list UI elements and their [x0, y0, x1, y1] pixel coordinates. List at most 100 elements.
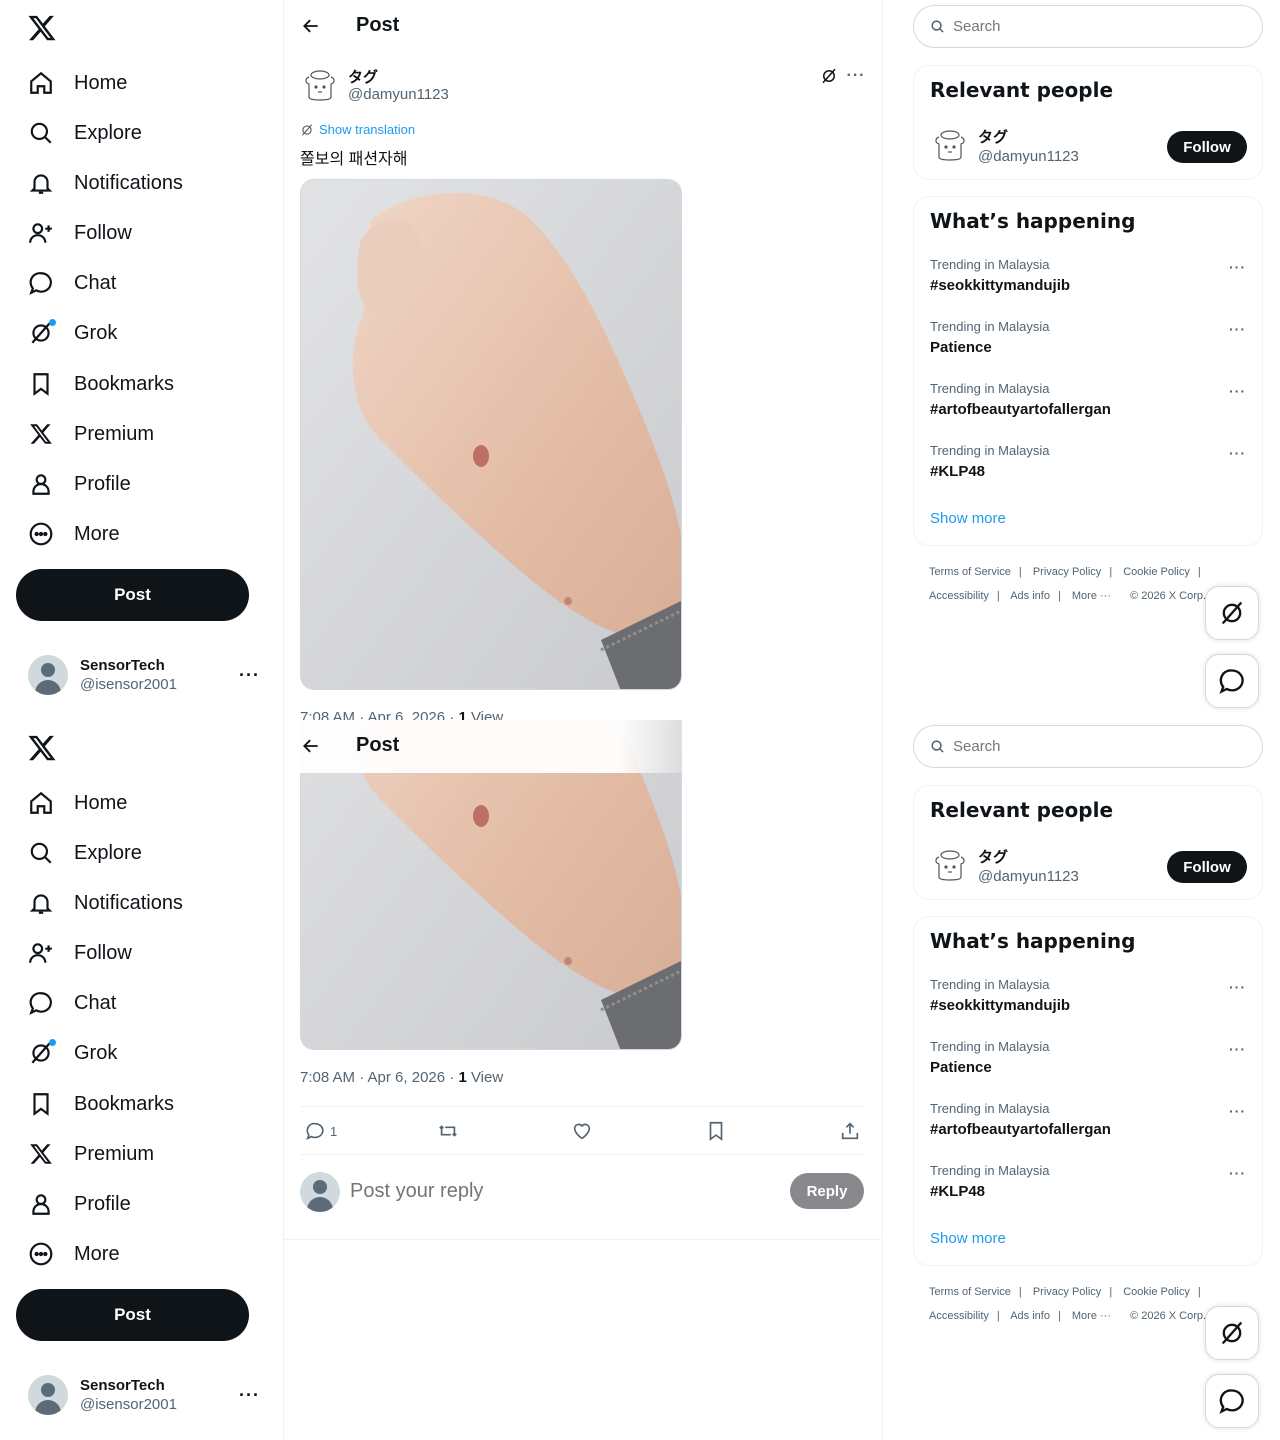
search-input[interactable]	[953, 18, 1233, 35]
author-avatar[interactable]	[930, 844, 970, 884]
author-avatar[interactable]	[930, 124, 970, 164]
nav-grok[interactable]: Grok	[16, 310, 129, 356]
post-image[interactable]	[300, 179, 682, 690]
nav-profile[interactable]: Profile	[16, 461, 143, 507]
person-handle[interactable]: @damyun1123	[978, 148, 1079, 165]
more-icon[interactable]: ···	[1229, 979, 1246, 995]
more-icon[interactable]: ···	[1229, 445, 1246, 461]
nav-notifications[interactable]: Notifications	[16, 880, 195, 926]
nav-notifications[interactable]: Notifications	[16, 160, 195, 206]
repost-button[interactable]	[437, 1119, 459, 1143]
nav-more[interactable]: More	[16, 1231, 132, 1277]
more-icon[interactable]: ···	[1229, 383, 1246, 399]
account-switcher[interactable]: SensorTech @isensor2001 ···	[16, 648, 272, 702]
bell-icon	[28, 890, 54, 916]
nav-follow[interactable]: Follow	[16, 210, 144, 256]
avatar	[28, 1375, 68, 1415]
footer-link[interactable]: Cookie Policy	[1123, 566, 1190, 578]
follow-button[interactable]: Follow	[1167, 131, 1247, 163]
nav-premium[interactable]: Premium	[16, 1131, 166, 1177]
nav-chat[interactable]: Chat	[16, 980, 128, 1026]
footer-link[interactable]: Terms of Service	[929, 1286, 1011, 1298]
footer-link[interactable]: More ···	[1072, 590, 1111, 602]
nav-bookmarks[interactable]: Bookmarks	[16, 361, 186, 407]
like-button[interactable]	[571, 1119, 593, 1143]
search-box[interactable]	[913, 5, 1263, 48]
author-handle[interactable]: @damyun1123	[348, 86, 449, 103]
reply-input[interactable]	[350, 1180, 750, 1203]
trend-item[interactable]: Trending in Malaysia Patience ···	[914, 1039, 1262, 1101]
more-icon[interactable]: ···	[1229, 321, 1246, 337]
show-more-link[interactable]: Show more	[930, 1230, 1006, 1247]
nav-follow[interactable]: Follow	[16, 930, 144, 976]
search-box[interactable]	[913, 725, 1263, 768]
account-handle: @isensor2001	[80, 1396, 177, 1413]
person-handle[interactable]: @damyun1123	[978, 868, 1079, 885]
footer-link[interactable]: Accessibility	[929, 1310, 989, 1322]
more-icon[interactable]: ···	[1229, 259, 1246, 275]
nav-profile[interactable]: Profile	[16, 1181, 143, 1227]
account-switcher[interactable]: SensorTech @isensor2001 ···	[16, 1368, 272, 1422]
footer-link[interactable]: Privacy Policy	[1033, 1286, 1101, 1298]
search-input[interactable]	[953, 738, 1233, 755]
trend-item[interactable]: Trending in Malaysia #KLP48 ···	[914, 1163, 1262, 1225]
x-logo-icon[interactable]	[27, 733, 57, 763]
person-name[interactable]: タグ	[978, 846, 1008, 867]
more-icon[interactable]: ···	[1229, 1041, 1246, 1057]
nav-chat[interactable]: Chat	[16, 260, 128, 306]
footer-link[interactable]: Privacy Policy	[1033, 566, 1101, 578]
author-avatar[interactable]	[300, 64, 340, 104]
trend-item[interactable]: Trending in Malaysia #seokkittymandujib …	[914, 257, 1262, 319]
nav-grok[interactable]: Grok	[16, 1030, 129, 1076]
nav-bookmarks[interactable]: Bookmarks	[16, 1081, 186, 1127]
trend-item[interactable]: Trending in Malaysia #artofbeautyartofal…	[914, 1101, 1262, 1163]
footer-link[interactable]: More ···	[1072, 1310, 1111, 1322]
more-icon[interactable]: ···	[1229, 1165, 1246, 1181]
chat-fab[interactable]	[1205, 654, 1259, 708]
grok-fab[interactable]	[1205, 1306, 1259, 1360]
footer-link[interactable]: Terms of Service	[929, 566, 1011, 578]
reply-button[interactable]: 1	[304, 1119, 337, 1143]
grok-icon[interactable]	[817, 64, 841, 88]
more-icon[interactable]: ···	[239, 1385, 260, 1406]
chat-fab[interactable]	[1205, 1374, 1259, 1428]
post-timestamp: 7:08 AM · Apr 6, 2026 · 1 View	[300, 709, 504, 720]
more-icon[interactable]: ···	[1229, 1103, 1246, 1119]
nav-label: Chat	[74, 271, 117, 294]
author-name[interactable]: タグ	[348, 66, 378, 87]
share-button[interactable]	[839, 1119, 861, 1143]
post-button[interactable]: Post	[16, 569, 249, 621]
reply-submit-button[interactable]: Reply	[790, 1173, 864, 1209]
person-name[interactable]: タグ	[978, 126, 1008, 147]
trend-item[interactable]: Trending in Malaysia #seokkittymandujib …	[914, 977, 1262, 1039]
nav-home[interactable]: Home	[16, 60, 139, 106]
grok-icon	[28, 319, 56, 346]
translation-label: Show translation	[319, 122, 416, 137]
trend-item[interactable]: Trending in Malaysia Patience ···	[914, 319, 1262, 381]
more-icon[interactable]: ···	[239, 665, 260, 686]
show-translation-link[interactable]: Show translation	[300, 122, 415, 137]
account-name: SensorTech	[80, 1377, 165, 1394]
footer-link[interactable]: Accessibility	[929, 590, 989, 602]
follow-icon	[28, 220, 54, 246]
x-logo-icon[interactable]	[27, 13, 57, 43]
nav-more[interactable]: More	[16, 511, 132, 557]
nav-premium[interactable]: Premium	[16, 411, 166, 457]
back-arrow-icon[interactable]	[296, 731, 326, 761]
post-button[interactable]: Post	[16, 1289, 249, 1341]
nav-explore[interactable]: Explore	[16, 110, 154, 156]
nav-explore[interactable]: Explore	[16, 830, 154, 876]
more-icon[interactable]: ···	[843, 64, 869, 88]
footer-link[interactable]: Ads info	[1010, 590, 1050, 602]
show-more-link[interactable]: Show more	[930, 510, 1006, 527]
grok-fab[interactable]	[1205, 586, 1259, 640]
bookmark-button[interactable]	[705, 1119, 727, 1143]
follow-button[interactable]: Follow	[1167, 851, 1247, 883]
footer-link[interactable]: Ads info	[1010, 1310, 1050, 1322]
nav-home[interactable]: Home	[16, 780, 139, 826]
footer-link[interactable]: Cookie Policy	[1123, 1286, 1190, 1298]
trend-name: #KLP48	[930, 1183, 986, 1200]
trend-item[interactable]: Trending in Malaysia #artofbeautyartofal…	[914, 381, 1262, 443]
trend-item[interactable]: Trending in Malaysia #KLP48 ···	[914, 443, 1262, 505]
back-arrow-icon[interactable]	[296, 11, 326, 41]
